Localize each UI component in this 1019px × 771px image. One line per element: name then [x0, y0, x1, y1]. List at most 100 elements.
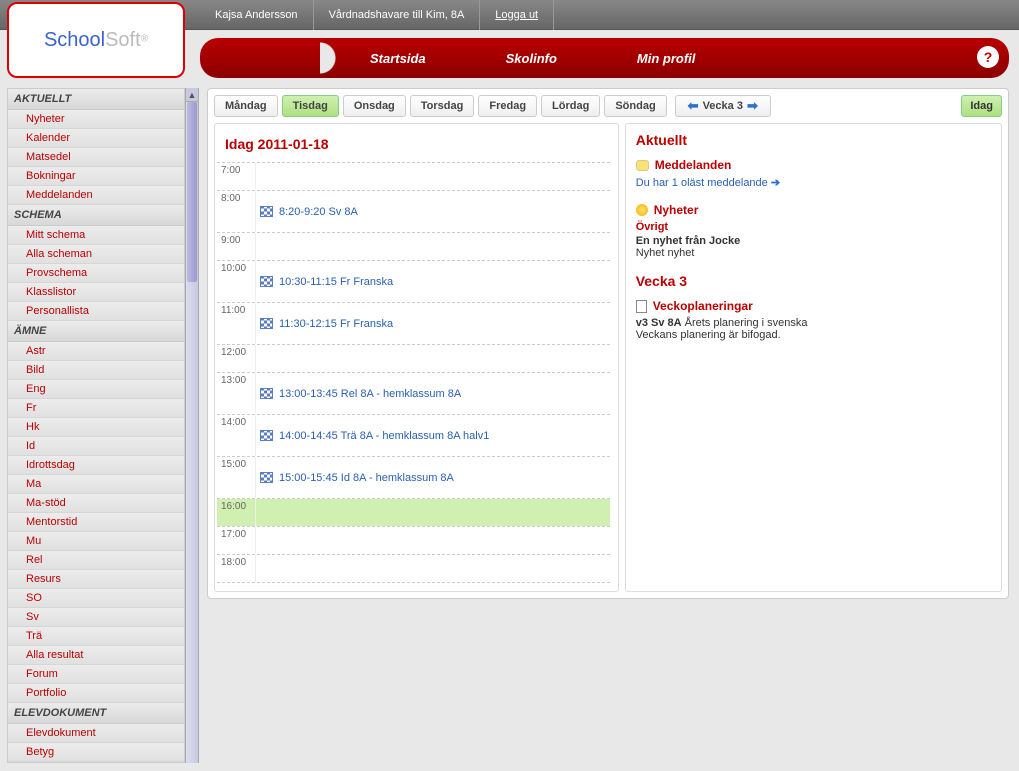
sidebar-item[interactable]: Fr [8, 399, 184, 418]
sidebar-item[interactable]: Mu [8, 532, 184, 551]
time-label: 12:00 [217, 345, 255, 372]
time-row: 17:00 [217, 527, 610, 555]
time-content: 10:30-11:15 Fr Franska [255, 261, 610, 302]
sidebar-item[interactable]: Bokningar [8, 167, 184, 186]
meddelanden-link[interactable]: Du har 1 oläst meddelande ➔ [636, 177, 780, 189]
schedule-icon [260, 318, 273, 329]
sidebar-item[interactable]: Trä [8, 627, 184, 646]
main-panel: MåndagTisdagOnsdagTorsdagFredagLördagSön… [207, 88, 1009, 599]
logo[interactable]: SchoolSoft® [7, 2, 185, 78]
scroll-up-icon[interactable]: ▲ [186, 88, 198, 102]
day-tab[interactable]: Fredag [478, 95, 537, 117]
time-content [255, 499, 610, 526]
time-label: 11:00 [217, 303, 255, 344]
scroll-thumb[interactable] [187, 102, 197, 282]
sidebar-scrollbar[interactable]: ▲ [185, 88, 199, 763]
sidebar-item[interactable]: Sv [8, 608, 184, 627]
schedule-slot-text: 10:30-11:15 Fr Franska [279, 276, 393, 288]
sidebar-item[interactable]: Meddelanden [8, 186, 184, 205]
topbar-user[interactable]: Kajsa Andersson [200, 0, 314, 30]
sidebar-item[interactable]: Ma-stöd [8, 494, 184, 513]
planering-bold: v3 Sv 8A [636, 317, 682, 329]
sidebar-item[interactable]: Eng [8, 380, 184, 399]
schedule-slot[interactable]: 8:20-9:20 Sv 8A [260, 206, 358, 218]
sidebar-item[interactable]: Mentorstid [8, 513, 184, 532]
time-row: 18:00 [217, 555, 610, 583]
nav-skolinfo[interactable]: Skolinfo [466, 51, 597, 66]
schedule-slot-text: 14:00-14:45 Trä 8A - hemklassum 8A halv1 [279, 430, 489, 442]
schedule-slot[interactable]: 14:00-14:45 Trä 8A - hemklassum 8A halv1 [260, 430, 489, 442]
day-tab[interactable]: Söndag [604, 95, 666, 117]
planering-rest: Årets planering i svenska [682, 317, 808, 329]
sidebar-item[interactable]: Ma [8, 475, 184, 494]
sidebar-item[interactable]: Alla resultat [8, 646, 184, 665]
time-label: 16:00 [217, 499, 255, 526]
schedule-slot[interactable]: 15:00-15:45 Id 8A - hemklassum 8A [260, 472, 454, 484]
time-content [255, 527, 610, 554]
sidebar-item[interactable]: Nyheter [8, 110, 184, 129]
day-tab[interactable]: Tisdag [282, 95, 339, 117]
time-content: 8:20-9:20 Sv 8A [255, 191, 610, 232]
sidebar-item[interactable]: Personallista [8, 302, 184, 321]
time-content: 11:30-12:15 Fr Franska [255, 303, 610, 344]
sidebar-item[interactable]: Id [8, 437, 184, 456]
time-label: 17:00 [217, 527, 255, 554]
sidebar-item[interactable]: Kalender [8, 129, 184, 148]
schedule-title: Idag 2011-01-18 [217, 132, 610, 162]
sidebar-item[interactable]: Klasslistor [8, 283, 184, 302]
sidebar: AKTUELLTNyheterKalenderMatsedelBokningar… [7, 88, 185, 763]
schedule-icon [260, 430, 273, 441]
help-button[interactable]: ? [977, 46, 999, 68]
sidebar-item[interactable]: Forum [8, 665, 184, 684]
sidebar-item[interactable]: Rel [8, 551, 184, 570]
nyheter-section: Nyheter Övrigt En nyhet från Jocke Nyhet… [636, 203, 991, 259]
sidebar-item[interactable]: Betyg [8, 743, 184, 762]
planering-header[interactable]: Veckoplaneringar [636, 299, 991, 313]
meddelanden-header[interactable]: Meddelanden [636, 158, 991, 172]
topbar-logout[interactable]: Logga ut [480, 0, 554, 30]
nyheter-headline[interactable]: En nyhet från Jocke [636, 235, 741, 247]
sidebar-item[interactable]: Portfolio [8, 684, 184, 703]
meddelanden-text: Du har 1 oläst meddelande [636, 177, 768, 189]
day-tab[interactable]: Lördag [541, 95, 600, 117]
sidebar-item[interactable]: Provschema [8, 264, 184, 283]
sidebar-item[interactable]: Bild [8, 361, 184, 380]
time-label: 18:00 [217, 555, 255, 582]
sidebar-item[interactable]: Hk [8, 418, 184, 437]
day-tabs: MåndagTisdagOnsdagTorsdagFredagLördagSön… [214, 95, 1002, 117]
chat-icon [636, 160, 649, 171]
day-tab[interactable]: Torsdag [410, 95, 475, 117]
today-button[interactable]: Idag [961, 95, 1002, 117]
schedule-column: Idag 2011-01-18 7:008:008:20-9:20 Sv 8A9… [214, 123, 619, 592]
time-label: 14:00 [217, 415, 255, 456]
sidebar-section-header: ELEVDOKUMENT [8, 703, 184, 724]
schedule-slot-text: 8:20-9:20 Sv 8A [279, 206, 358, 218]
sidebar-item[interactable]: Astr [8, 342, 184, 361]
schedule-icon [260, 472, 273, 483]
arrow-right-icon: ➔ [771, 177, 780, 189]
topbar-role[interactable]: Vårdnadshavare till Kim, 8A [314, 0, 481, 30]
day-tab[interactable]: Onsdag [343, 95, 406, 117]
schedule-slot[interactable]: 13:00-13:45 Rel 8A - hemklassum 8A [260, 388, 461, 400]
sidebar-item[interactable]: Mitt schema [8, 226, 184, 245]
nyheter-header[interactable]: Nyheter [636, 203, 991, 217]
sidebar-item[interactable]: Resurs [8, 570, 184, 589]
sidebar-item[interactable]: Idrottsdag [8, 456, 184, 475]
sidebar-item[interactable]: SO [8, 589, 184, 608]
week-prev-icon[interactable]: ⬅ [684, 98, 703, 114]
planering-line1[interactable]: v3 Sv 8A Årets planering i svenska [636, 317, 991, 329]
sidebar-item[interactable]: Matsedel [8, 148, 184, 167]
day-tab[interactable]: Måndag [214, 95, 278, 117]
meddelanden-section: Meddelanden Du har 1 oläst meddelande ➔ [636, 158, 991, 189]
nav-startsida[interactable]: Startsida [330, 51, 466, 66]
time-grid: 7:008:008:20-9:20 Sv 8A9:0010:0010:30-11… [217, 162, 610, 583]
sidebar-item[interactable]: Alla scheman [8, 245, 184, 264]
sidebar-item[interactable]: Elevdokument [8, 724, 184, 743]
time-row: 10:0010:30-11:15 Fr Franska [217, 261, 610, 303]
schedule-slot[interactable]: 11:30-12:15 Fr Franska [260, 318, 393, 330]
nav-minprofil[interactable]: Min profil [597, 51, 736, 66]
week-next-icon[interactable]: ➡ [743, 98, 762, 114]
schedule-slot[interactable]: 10:30-11:15 Fr Franska [260, 276, 393, 288]
time-content: 13:00-13:45 Rel 8A - hemklassum 8A [255, 373, 610, 414]
nyheter-body: Nyhet nyhet [636, 247, 991, 259]
